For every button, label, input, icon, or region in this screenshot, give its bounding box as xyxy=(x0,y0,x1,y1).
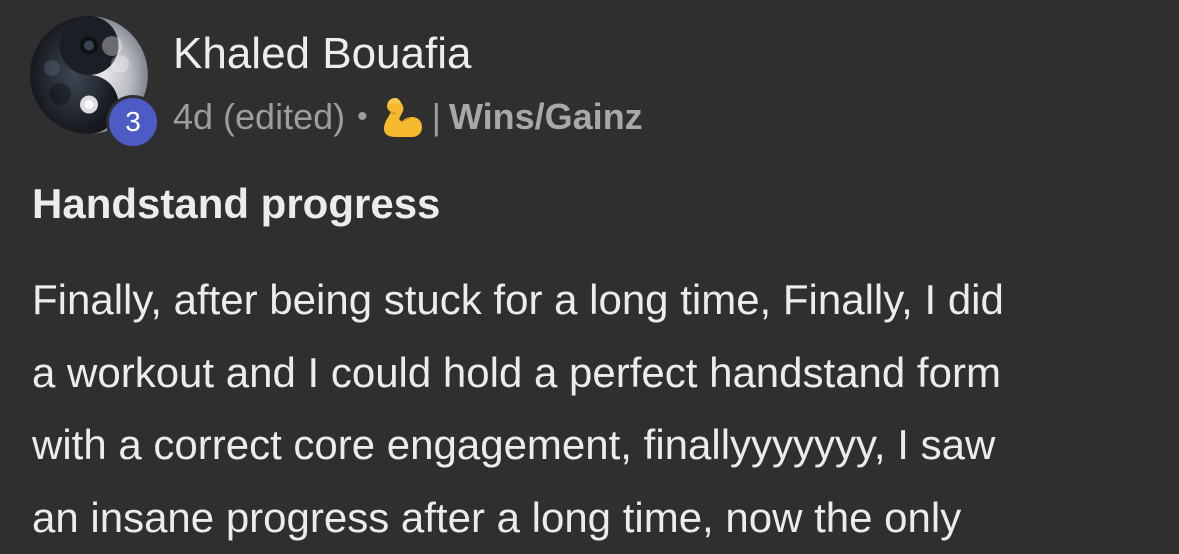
post-body-line: a workout and I could hold a perfect han… xyxy=(32,348,1001,396)
level-badge: 3 xyxy=(106,95,160,149)
category-link[interactable]: Wins/Gainz xyxy=(449,96,643,138)
post-body: Finally, after being stuck for a long ti… xyxy=(32,264,1152,554)
author-name[interactable]: Khaled Bouafia xyxy=(173,28,471,80)
post-timestamp: 4d (edited) xyxy=(173,96,346,137)
flexed-biceps-emoji-icon xyxy=(378,95,424,139)
post-meta: 4d (edited) • | Wins/Gainz xyxy=(173,94,643,140)
meta-separator-dot: • xyxy=(357,100,368,133)
post-body-line: Finally, after being stuck for a long ti… xyxy=(32,276,1004,323)
post-body-line: with a correct core engagement, finallyy… xyxy=(32,421,996,468)
post-card[interactable]: 3 Khaled Bouafia 4d (edited) • | Wins/Ga… xyxy=(0,0,1179,554)
author-avatar[interactable]: 3 xyxy=(30,16,160,149)
post-title: Handstand progress xyxy=(32,180,441,227)
meta-divider: | xyxy=(431,96,441,137)
post-body-line: an insane progress after a long time, no… xyxy=(32,493,962,541)
